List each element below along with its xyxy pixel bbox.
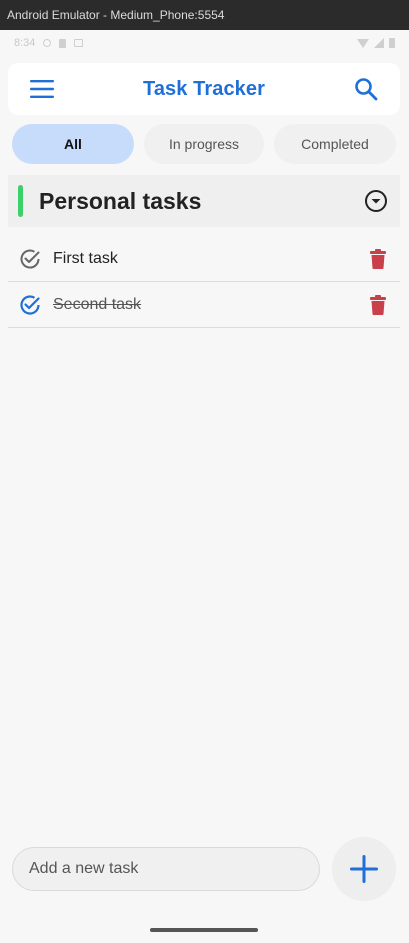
signal-icon <box>374 38 384 48</box>
emulator-title-bar: Android Emulator - Medium_Phone:5554 <box>0 0 409 30</box>
menu-button[interactable] <box>30 80 54 98</box>
section-collapse-button[interactable] <box>364 189 388 213</box>
section-title: Personal tasks <box>39 187 202 214</box>
check-circle-outline-icon <box>20 249 40 268</box>
app-title: Task Tracker <box>142 77 266 100</box>
filter-chip-completed[interactable]: Completed <box>274 124 396 164</box>
trash-icon <box>370 294 386 315</box>
task-toggle-button[interactable] <box>19 294 41 316</box>
menu-icon <box>30 80 54 98</box>
section-accent-bar <box>18 185 23 217</box>
task-row: First task <box>8 236 400 282</box>
filter-chip-in-progress[interactable]: In progress <box>144 124 264 164</box>
task-row: Second task <box>8 282 400 328</box>
battery-icon <box>389 38 395 48</box>
add-task-button[interactable] <box>332 837 396 901</box>
settings-status-icon <box>43 39 52 47</box>
search-icon <box>355 78 378 101</box>
wifi-icon <box>357 38 369 48</box>
plus-icon <box>350 855 378 883</box>
task-toggle-button[interactable] <box>19 248 41 270</box>
screenshot-status-icon <box>74 39 84 47</box>
task-label[interactable]: Second task <box>53 296 141 314</box>
section-header[interactable]: Personal tasks <box>8 175 400 227</box>
check-circle-checked-icon <box>20 294 40 315</box>
filter-chip-all[interactable]: All <box>12 124 134 164</box>
delete-task-button[interactable] <box>370 248 386 269</box>
top-app-bar: Task Tracker <box>8 63 400 115</box>
home-indicator[interactable] <box>150 928 258 932</box>
status-time: 8:34 <box>14 37 36 49</box>
delete-task-button[interactable] <box>370 294 386 315</box>
task-label[interactable]: First task <box>53 250 118 268</box>
search-button[interactable] <box>354 77 378 101</box>
notification-status-icon <box>59 38 67 48</box>
status-bar: 8:34 <box>0 30 409 56</box>
new-task-input[interactable] <box>12 847 320 891</box>
emulator-title: Android Emulator - Medium_Phone:5554 <box>7 8 225 22</box>
filter-chips: All In progress Completed <box>12 124 396 164</box>
task-list: First task Second task <box>8 236 400 328</box>
chevron-down-circle-icon <box>365 190 387 212</box>
trash-icon <box>370 248 386 269</box>
